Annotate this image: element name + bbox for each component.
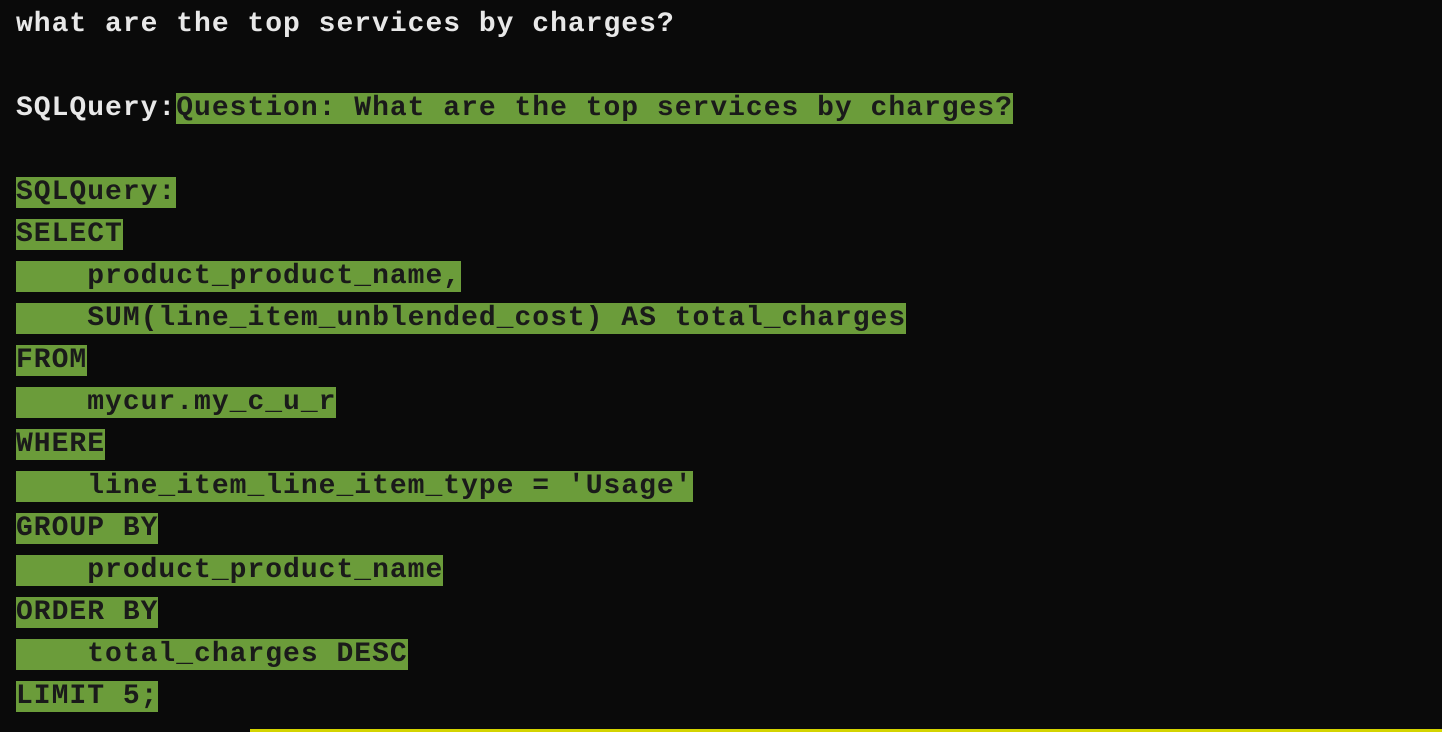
highlighted-question: Question: What are the top services by c… — [176, 93, 1013, 124]
blank-line-2 — [16, 130, 1426, 172]
sql-from: FROM — [16, 345, 87, 376]
sql-select: SELECT — [16, 219, 123, 250]
user-prompt: what are the top services by charges? — [16, 4, 1426, 46]
sql-groupby-line: GROUP BY — [16, 508, 1426, 550]
sql-groupby-col-indent — [16, 555, 87, 586]
sql-header-line: SQLQuery: — [16, 172, 1426, 214]
sql-limit-line: LIMIT 5; — [16, 676, 1426, 718]
sql-select-col1-indent — [16, 261, 87, 292]
blank-line-1 — [16, 46, 1426, 88]
sql-where-cond: line_item_line_item_type = 'Usage' — [87, 471, 692, 502]
sql-where-cond-line: line_item_line_item_type = 'Usage' — [16, 466, 1426, 508]
sql-where-cond-indent — [16, 471, 87, 502]
sql-select-line: SELECT — [16, 214, 1426, 256]
sql-orderby: ORDER BY — [16, 597, 158, 628]
sql-from-table-line: mycur.my_c_u_r — [16, 382, 1426, 424]
sql-groupby: GROUP BY — [16, 513, 158, 544]
sql-groupby-col-line: product_product_name — [16, 550, 1426, 592]
sql-header: SQLQuery: — [16, 177, 176, 208]
sqlquery-label-line: SQLQuery:Question: What are the top serv… — [16, 88, 1426, 130]
sql-select-col2-line: SUM(line_item_unblended_cost) AS total_c… — [16, 298, 1426, 340]
sql-from-table: mycur.my_c_u_r — [87, 387, 336, 418]
sql-where-line: WHERE — [16, 424, 1426, 466]
sql-from-line: FROM — [16, 340, 1426, 382]
sql-orderby-col-indent — [16, 639, 87, 670]
sql-groupby-col: product_product_name — [87, 555, 443, 586]
sql-select-col2: SUM(line_item_unblended_cost) AS total_c… — [87, 303, 906, 334]
sql-orderby-col: total_charges DESC — [87, 639, 407, 670]
sql-limit: LIMIT 5; — [16, 681, 158, 712]
sql-select-col1: product_product_name, — [87, 261, 461, 292]
sqlquery-label: SQLQuery: — [16, 93, 176, 124]
sql-orderby-col-line: total_charges DESC — [16, 634, 1426, 676]
sql-where: WHERE — [16, 429, 105, 460]
sql-select-col2-indent — [16, 303, 87, 334]
sql-orderby-line: ORDER BY — [16, 592, 1426, 634]
sql-select-col1-line: product_product_name, — [16, 256, 1426, 298]
sql-from-table-indent — [16, 387, 87, 418]
